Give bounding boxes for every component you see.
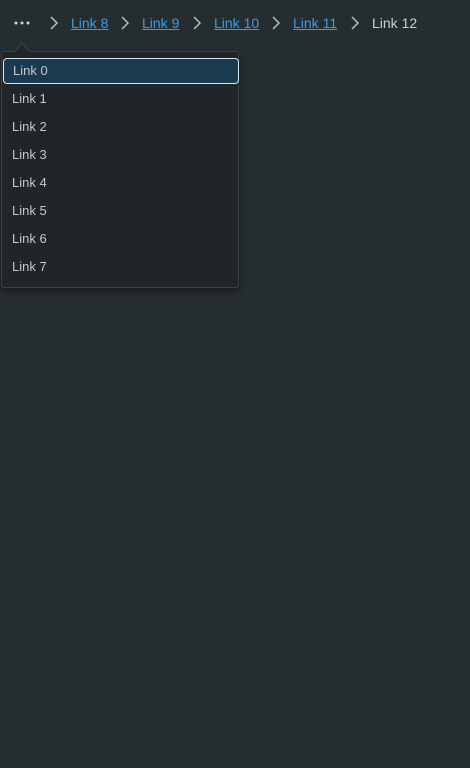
chevron-right-icon [121,16,130,30]
breadcrumb-link-11[interactable]: Link 11 [293,15,337,31]
breadcrumb-overflow-menu: Link 0 Link 1 Link 2 Link 3 Link 4 Link … [1,51,239,288]
menu-item-link-4[interactable]: Link 4 [3,170,239,196]
breadcrumb-link-10[interactable]: Link 10 [214,15,259,31]
menu-item-link-2[interactable]: Link 2 [3,114,239,140]
chevron-right-icon [272,16,281,30]
menu-item-link-3[interactable]: Link 3 [3,142,239,168]
breadcrumb-current: Link 12 [372,15,418,31]
breadcrumb: Link 8 Link 9 Link 10 Link 11 Link 12 [0,0,470,46]
chevron-right-icon [193,16,202,30]
chevron-right-icon [50,16,59,30]
menu-item-link-0[interactable]: Link 0 [3,58,239,84]
more-horizontal-icon [14,21,30,25]
menu-item-link-1[interactable]: Link 1 [3,86,239,112]
page: Link 8 Link 9 Link 10 Link 11 Link 12 Li… [0,0,470,768]
breadcrumb-link-9[interactable]: Link 9 [142,15,179,31]
menu-item-link-6[interactable]: Link 6 [3,226,239,252]
menu-item-link-7[interactable]: Link 7 [3,254,239,280]
chevron-right-icon [351,16,360,30]
breadcrumb-overflow-button[interactable] [8,10,36,36]
menu-item-link-5[interactable]: Link 5 [3,198,239,224]
dropdown-caret-inner [15,44,29,52]
breadcrumb-link-8[interactable]: Link 8 [71,15,108,31]
